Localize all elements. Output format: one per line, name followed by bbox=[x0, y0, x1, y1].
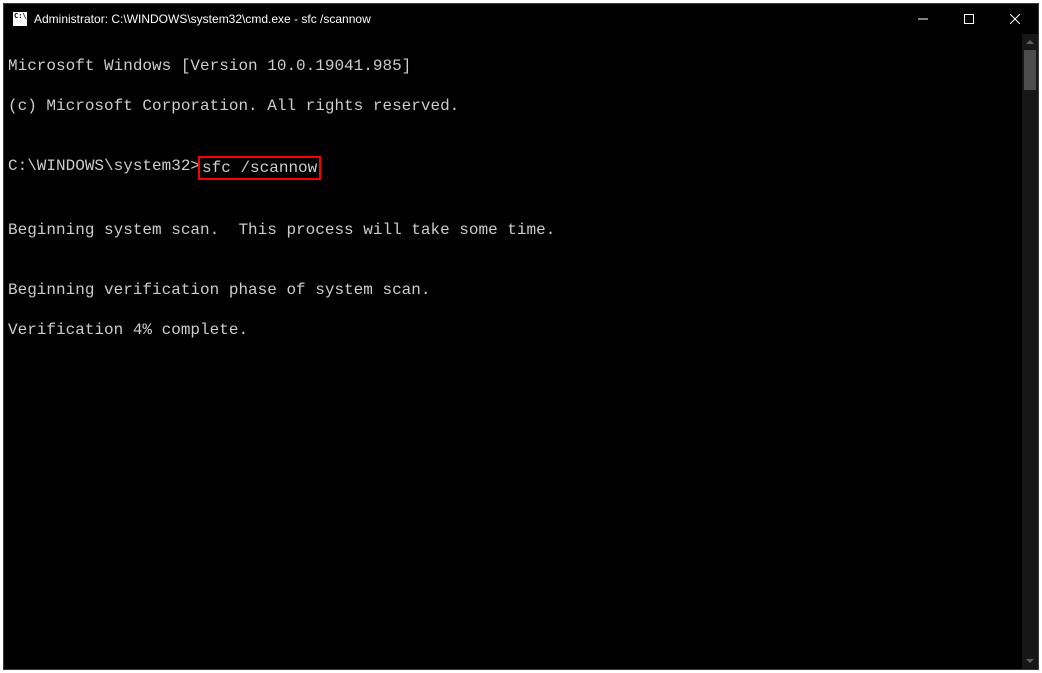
terminal-output[interactable]: Microsoft Windows [Version 10.0.19041.98… bbox=[4, 34, 1022, 669]
output-line: Microsoft Windows [Version 10.0.19041.98… bbox=[8, 56, 1018, 76]
prompt: C:\WINDOWS\system32> bbox=[8, 156, 200, 180]
scrollbar[interactable] bbox=[1022, 34, 1038, 669]
scrollbar-up-icon[interactable] bbox=[1022, 34, 1038, 50]
scrollbar-thumb[interactable] bbox=[1024, 50, 1036, 90]
maximize-button[interactable] bbox=[946, 4, 992, 34]
window-controls bbox=[900, 4, 1038, 34]
prompt-line: C:\WINDOWS\system32>sfc /scannow bbox=[8, 156, 1018, 180]
cmd-icon bbox=[12, 11, 28, 27]
output-line: Verification 4% complete. bbox=[8, 320, 1018, 340]
close-button[interactable] bbox=[992, 4, 1038, 34]
cmd-window: Administrator: C:\WINDOWS\system32\cmd.e… bbox=[3, 3, 1039, 670]
scrollbar-down-icon[interactable] bbox=[1022, 653, 1038, 669]
window-title: Administrator: C:\WINDOWS\system32\cmd.e… bbox=[34, 12, 900, 26]
content-area: Microsoft Windows [Version 10.0.19041.98… bbox=[4, 34, 1038, 669]
minimize-button[interactable] bbox=[900, 4, 946, 34]
output-line: Beginning system scan. This process will… bbox=[8, 220, 1018, 240]
output-line: (c) Microsoft Corporation. All rights re… bbox=[8, 96, 1018, 116]
titlebar[interactable]: Administrator: C:\WINDOWS\system32\cmd.e… bbox=[4, 4, 1038, 34]
output-line: Beginning verification phase of system s… bbox=[8, 280, 1018, 300]
command-highlight: sfc /scannow bbox=[198, 156, 321, 180]
